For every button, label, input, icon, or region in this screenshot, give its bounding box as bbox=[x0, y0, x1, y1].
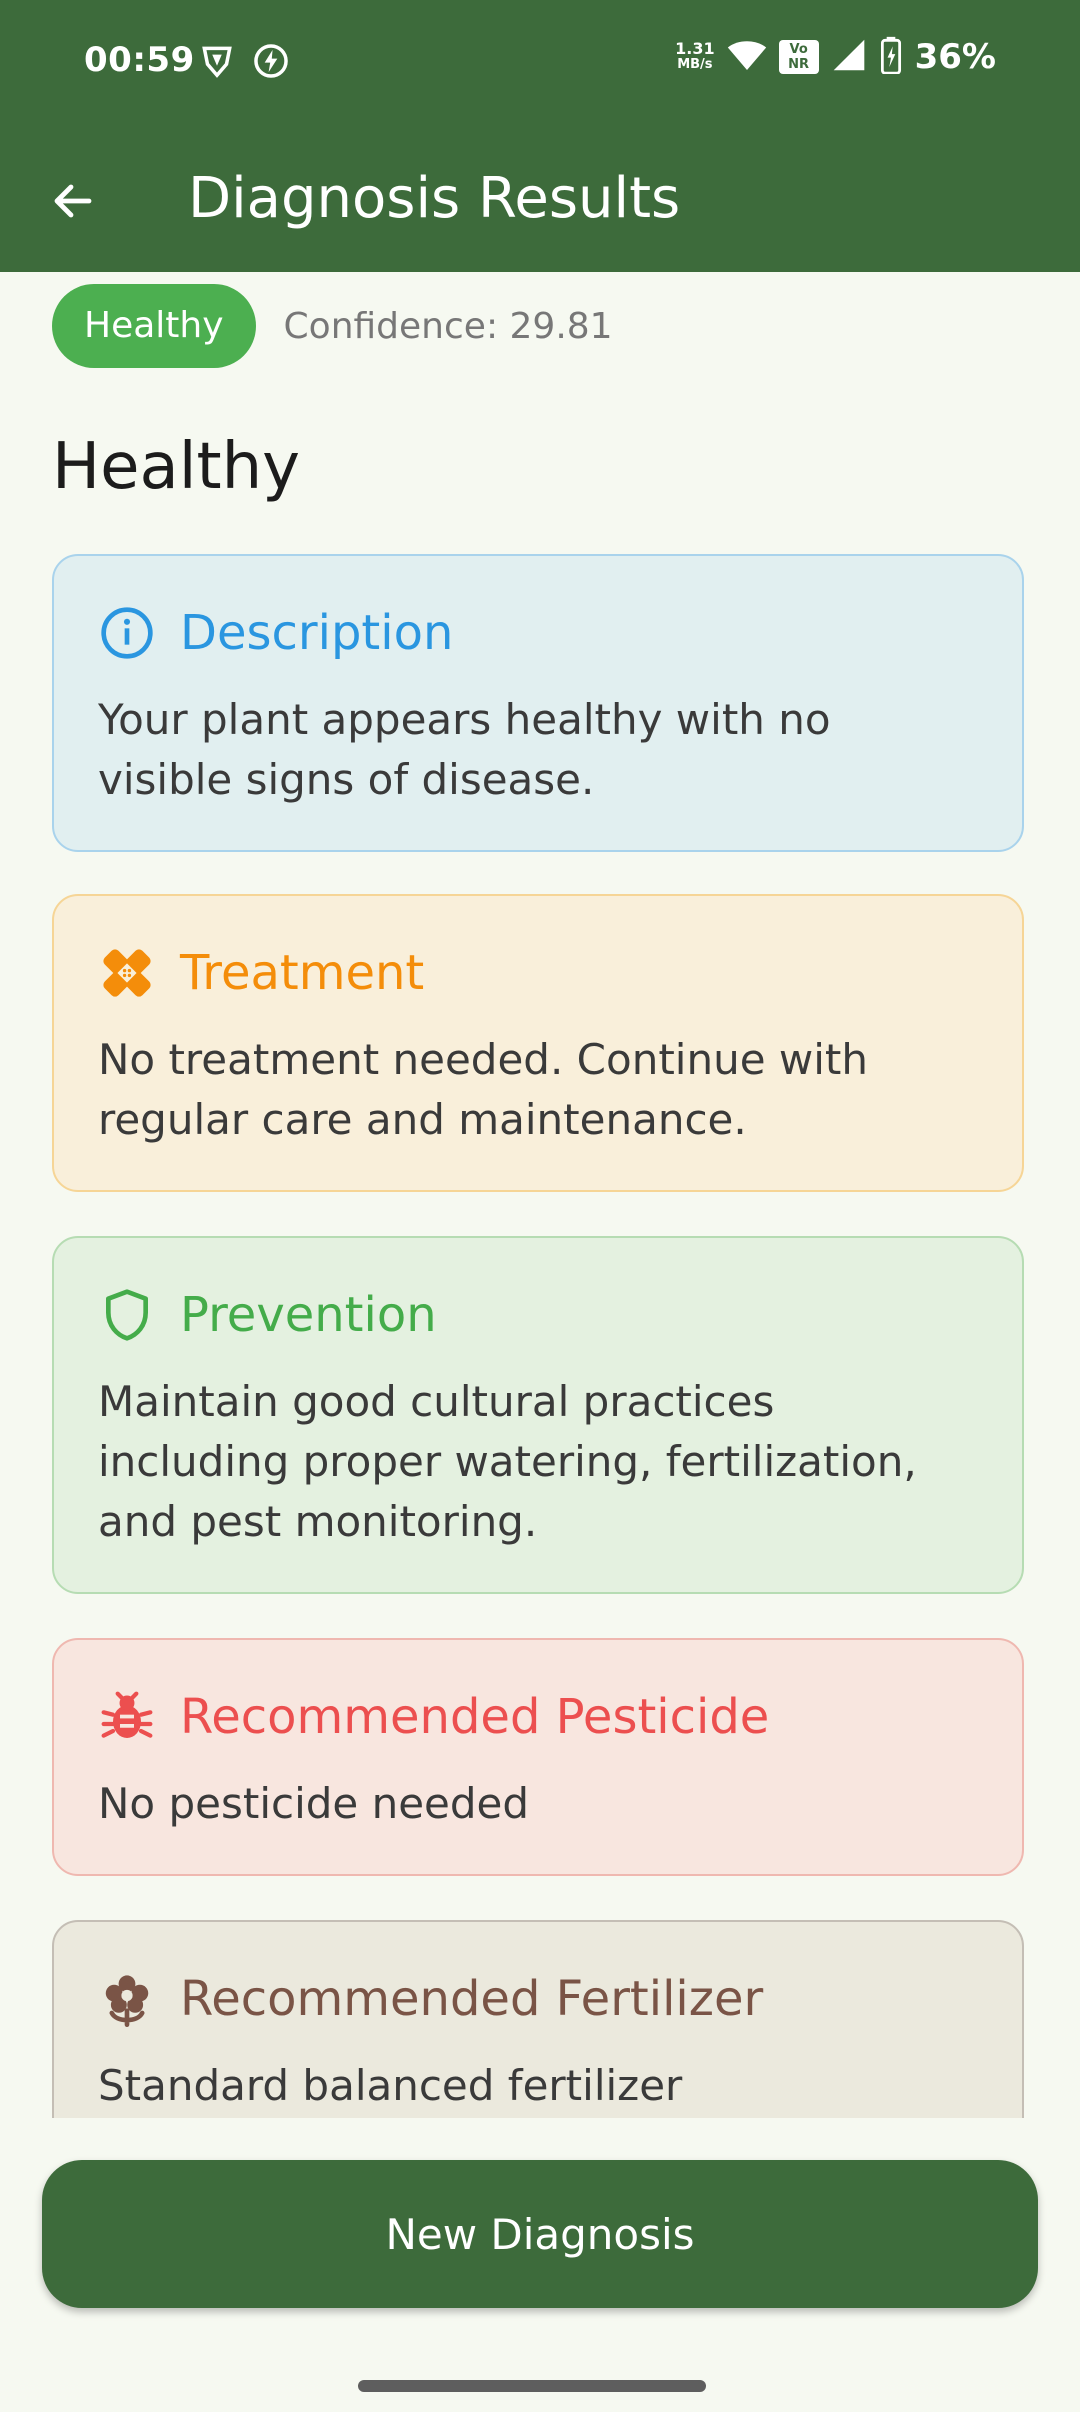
shield-icon bbox=[98, 1286, 156, 1344]
volte-badge: Vo NR bbox=[778, 40, 819, 74]
confidence-score: Confidence: 29.81 bbox=[283, 305, 613, 347]
bug-icon bbox=[98, 1688, 156, 1746]
volte-top: Vo bbox=[789, 42, 808, 57]
prevention-card: Prevention Maintain good cultural practi… bbox=[52, 1236, 1024, 1594]
net-speed-value: 1.31 bbox=[675, 39, 715, 58]
card-title: Recommended Pesticide bbox=[180, 1689, 770, 1745]
arrow-left-icon bbox=[54, 184, 92, 218]
diagnosis-title: Healthy bbox=[52, 430, 301, 504]
volte-bottom: NR bbox=[788, 57, 810, 72]
status-bar: 00:59 1.31 MB/s Vo NR 36% bbox=[0, 0, 1080, 130]
signal-icon bbox=[831, 38, 867, 76]
treatment-card: Treatment No treatment needed. Continue … bbox=[52, 894, 1024, 1192]
card-header: Recommended Pesticide bbox=[98, 1688, 769, 1746]
card-title: Treatment bbox=[180, 945, 425, 1001]
flower-icon bbox=[98, 1970, 156, 2028]
status-time: 00:59 bbox=[84, 40, 195, 80]
card-body: Your plant appears healthy with no visib… bbox=[98, 695, 831, 804]
fertilizer-card: Recommended Fertilizer Standard balanced… bbox=[52, 1920, 1024, 2118]
battery-icon bbox=[879, 36, 903, 78]
card-body: Maintain good cultural practices includi… bbox=[98, 1377, 917, 1546]
card-body: No treatment needed. Continue with regul… bbox=[98, 1035, 868, 1144]
pesticide-card: Recommended Pesticide No pesticide neede… bbox=[52, 1638, 1024, 1876]
card-body: Standard balanced fertilizer bbox=[98, 2061, 683, 2110]
status-icons-left bbox=[198, 42, 290, 84]
status-icons-right: 1.31 MB/s Vo NR 36% bbox=[675, 36, 996, 78]
card-header: Treatment bbox=[98, 944, 424, 1002]
app-bar: Diagnosis Results bbox=[0, 130, 1080, 272]
card-title: Prevention bbox=[180, 1287, 437, 1343]
info-icon bbox=[98, 604, 156, 662]
card-header: Recommended Fertilizer bbox=[98, 1970, 763, 2028]
status-badge: Healthy bbox=[52, 284, 256, 368]
wifi-icon bbox=[727, 38, 767, 76]
bandage-icon bbox=[98, 944, 156, 1002]
home-indicator[interactable] bbox=[358, 2380, 706, 2392]
vpn-shield-icon bbox=[198, 42, 236, 84]
page-title: Diagnosis Results bbox=[188, 166, 681, 231]
card-title: Recommended Fertilizer bbox=[180, 1971, 764, 2027]
results-scroll-area[interactable]: Healthy Confidence: 29.81 Healthy Descri… bbox=[0, 272, 1080, 2118]
battery-percent: 36% bbox=[914, 37, 996, 77]
card-title: Description bbox=[180, 605, 454, 661]
card-header: Description bbox=[98, 604, 453, 662]
card-body: No pesticide needed bbox=[98, 1779, 530, 1828]
card-header: Prevention bbox=[98, 1286, 437, 1344]
back-button[interactable] bbox=[40, 168, 106, 234]
network-speed: 1.31 MB/s bbox=[675, 41, 714, 73]
description-card: Description Your plant appears healthy w… bbox=[52, 554, 1024, 852]
new-diagnosis-button[interactable]: New Diagnosis bbox=[42, 2160, 1038, 2308]
net-speed-unit: MB/s bbox=[677, 57, 713, 72]
charging-bolt-icon bbox=[252, 42, 290, 84]
result-summary-row: Healthy Confidence: 29.81 bbox=[52, 284, 613, 368]
